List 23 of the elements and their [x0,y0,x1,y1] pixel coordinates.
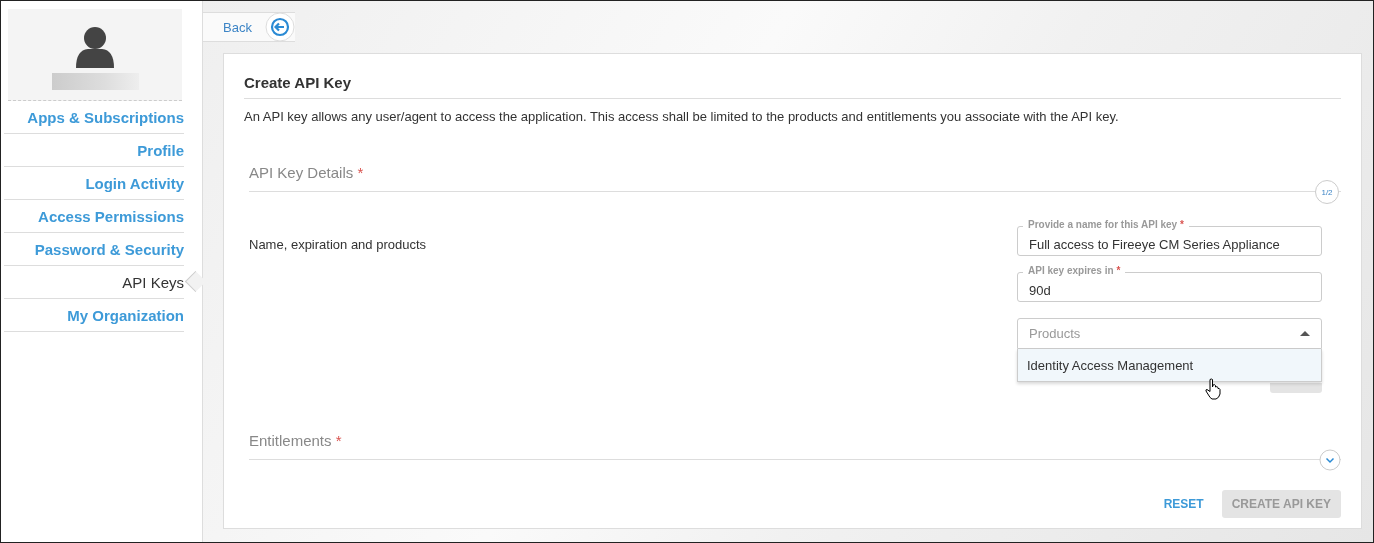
dropdown-option[interactable]: Identity Access Management [1018,349,1321,381]
sidebar-item[interactable]: Access Permissions [38,207,184,225]
description-text: An API key allows any user/agent to access the application. This access shall be limited to the products and entitlements you associate with the API key. [244,109,1120,124]
sidebar-item[interactable]: My Organization [67,306,184,324]
hand-cursor-icon [1205,378,1221,400]
back-button[interactable]: Back [203,19,264,35]
step-indicator: 1/2 [1315,180,1339,204]
user-avatar-icon [74,26,116,70]
reset-button[interactable]: RESET [1157,491,1210,517]
sidebar-item[interactable]: Password & Security [34,240,184,258]
sidebar-item[interactable]: API Keys [122,273,184,291]
expand-chevron-icon[interactable] [1319,449,1341,471]
section-subtitle: Name, expiration and products [249,237,427,254]
field-label: API key expires in * [1023,265,1126,276]
sidebar-item[interactable]: Login Activity [85,174,184,192]
section-title: Entitlements * [249,432,342,449]
field-label: Provide a name for this API key * [1023,219,1189,230]
card-title: Create API Key [244,74,1341,99]
sidebar-item[interactable]: Profile [137,141,184,159]
sidebar-item[interactable]: Apps & Subscriptions [27,108,184,126]
section-title: API Key Details * [249,164,364,181]
caret-icon [1300,331,1310,336]
products-dropdown[interactable]: Products [1017,318,1322,349]
